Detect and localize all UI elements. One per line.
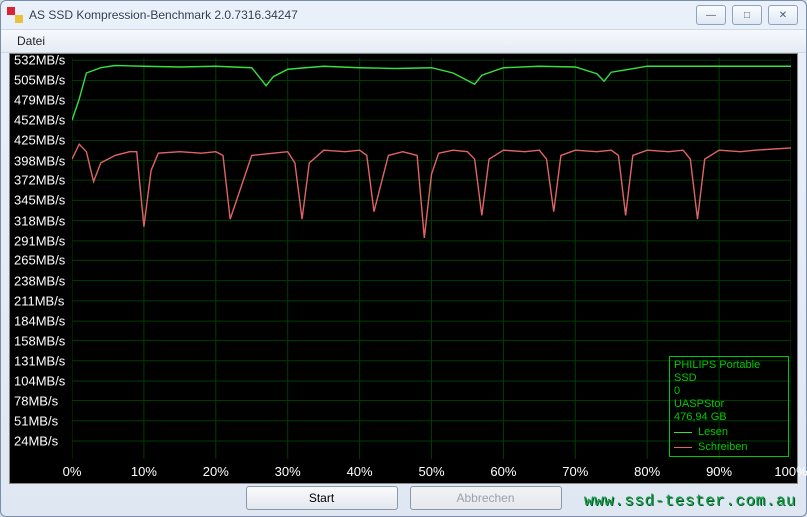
- device-name: PHILIPS Portable SSD: [674, 359, 784, 385]
- legend-write-swatch: [674, 447, 692, 448]
- y-tick-label: 51MB/s: [14, 413, 58, 428]
- y-tick-label: 452MB/s: [14, 113, 65, 128]
- window-title: AS SSD Kompression-Benchmark 2.0.7316.34…: [29, 8, 298, 22]
- y-tick-label: 184MB/s: [14, 314, 65, 329]
- y-tick-label: 238MB/s: [14, 273, 65, 288]
- maximize-button[interactable]: □: [732, 5, 762, 25]
- legend-read-label: Lesen: [698, 426, 728, 439]
- titlebar[interactable]: AS SSD Kompression-Benchmark 2.0.7316.34…: [1, 1, 806, 29]
- x-tick-label: 10%: [131, 464, 157, 479]
- y-tick-label: 158MB/s: [14, 333, 65, 348]
- y-tick-label: 532MB/s: [14, 53, 65, 68]
- x-tick-label: 50%: [418, 464, 444, 479]
- minimize-button[interactable]: —: [696, 5, 726, 25]
- y-tick-label: 104MB/s: [14, 374, 65, 389]
- chart-area: 24MB/s 51MB/s 78MB/s 104MB/s 131MB/s 158MB/s 1…: [9, 53, 798, 484]
- x-tick-label: 30%: [275, 464, 301, 479]
- legend-read-swatch: [674, 432, 692, 433]
- legend-write: Schreiben: [674, 441, 784, 454]
- app-window: AS SSD Kompression-Benchmark 2.0.7316.34…: [0, 0, 807, 517]
- close-button[interactable]: ✕: [768, 5, 798, 25]
- menu-file[interactable]: Datei: [11, 32, 51, 50]
- legend-write-label: Schreiben: [698, 441, 748, 454]
- x-tick-label: 100%: [774, 464, 807, 479]
- y-tick-label: 24MB/s: [14, 434, 58, 449]
- start-button[interactable]: Start: [246, 486, 398, 510]
- y-tick-label: 318MB/s: [14, 213, 65, 228]
- device-capacity: 476,94 GB: [674, 411, 784, 424]
- device-id: 0: [674, 385, 784, 398]
- cancel-button: Abbrechen: [410, 486, 562, 510]
- legend-read: Lesen: [674, 426, 784, 439]
- y-tick-label: 398MB/s: [14, 153, 65, 168]
- y-tick-label: 131MB/s: [14, 353, 65, 368]
- device-driver: UASPStor: [674, 398, 784, 411]
- watermark: www.ssd-tester.com.au: [584, 492, 796, 510]
- y-tick-label: 211MB/s: [14, 293, 64, 308]
- app-icon: [7, 7, 23, 23]
- x-tick-label: 40%: [347, 464, 373, 479]
- x-tick-label: 80%: [634, 464, 660, 479]
- x-tick-label: 70%: [562, 464, 588, 479]
- x-tick-label: 60%: [490, 464, 516, 479]
- x-tick-label: 20%: [203, 464, 229, 479]
- y-tick-label: 291MB/s: [14, 233, 65, 248]
- y-tick-label: 78MB/s: [14, 393, 58, 408]
- y-tick-label: 372MB/s: [14, 173, 65, 188]
- y-tick-label: 479MB/s: [14, 92, 65, 107]
- y-tick-label: 425MB/s: [14, 133, 65, 148]
- x-tick-label: 0%: [63, 464, 82, 479]
- y-tick-label: 505MB/s: [14, 73, 65, 88]
- device-info-box: PHILIPS Portable SSD 0 UASPStor 476,94 G…: [669, 356, 789, 457]
- x-tick-label: 90%: [706, 464, 732, 479]
- y-tick-label: 265MB/s: [14, 253, 65, 268]
- menubar: Datei: [1, 29, 806, 53]
- y-tick-label: 345MB/s: [14, 193, 65, 208]
